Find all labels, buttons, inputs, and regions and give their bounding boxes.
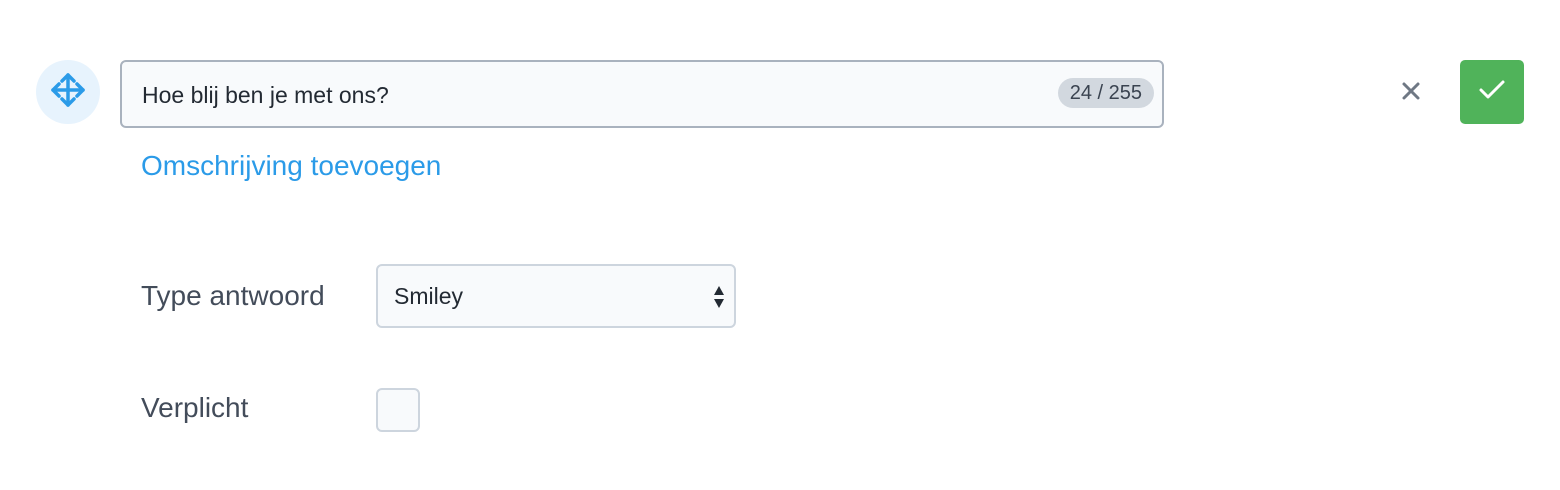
checkmark-icon xyxy=(1478,79,1506,106)
move-arrows-icon xyxy=(49,71,87,114)
drag-handle[interactable] xyxy=(36,60,100,124)
close-icon xyxy=(1401,81,1421,106)
question-input[interactable] xyxy=(142,76,1022,114)
required-checkbox[interactable] xyxy=(376,388,420,432)
answer-type-label: Type antwoord xyxy=(141,280,325,311)
question-field[interactable]: 24 / 255 xyxy=(120,60,1164,128)
required-label: Verplicht xyxy=(141,392,249,423)
cancel-button[interactable] xyxy=(1390,72,1432,114)
answer-type-select[interactable]: Smiley xyxy=(376,264,736,328)
answer-type-selected-value: Smiley xyxy=(394,283,464,309)
add-description-link[interactable]: Omschrijving toevoegen xyxy=(141,150,441,182)
confirm-button[interactable] xyxy=(1460,60,1524,124)
character-counter-badge: 24 / 255 xyxy=(1057,78,1154,108)
sort-arrows-icon xyxy=(713,284,725,310)
